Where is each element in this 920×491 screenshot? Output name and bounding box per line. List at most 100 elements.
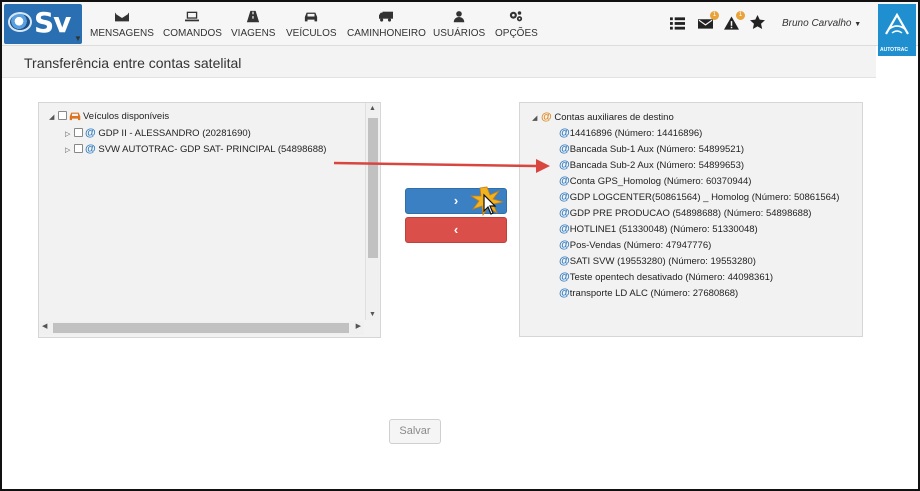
autotrac-brand: AUTOTRAC	[878, 4, 916, 56]
nav-opcoes[interactable]: OPÇÕES	[495, 10, 538, 39]
nav-label: CAMINHONEIRO	[347, 28, 426, 39]
tree-item-label: 14416896 (Número: 14416896)	[569, 128, 703, 139]
vertical-scrollbar[interactable]: ▲ ▼	[365, 103, 379, 320]
scroll-left-icon[interactable]: ◀	[42, 322, 47, 330]
account-at-icon: @	[541, 111, 552, 123]
app-logo[interactable]: Sv ▼	[4, 4, 82, 44]
nav-usuarios[interactable]: USUÁRIOS	[433, 10, 485, 39]
chevron-down-icon: ▼	[854, 21, 862, 28]
logo-text: Sv	[34, 6, 71, 39]
tree-item[interactable]: @Teste opentech desativado (Número: 4409…	[559, 270, 773, 284]
move-left-button[interactable]: ‹	[405, 217, 507, 243]
list-icon	[670, 17, 685, 30]
star-icon	[750, 15, 765, 29]
alerts-button[interactable]: 1	[724, 11, 745, 32]
account-at-icon: @	[559, 159, 570, 171]
road-icon	[231, 10, 275, 25]
app-window: Sv ▼ MENSAGENS COMANDOS VIAGENS VEÍCULOS…	[0, 0, 920, 491]
logo-caret-icon: ▼	[74, 34, 82, 43]
nav-mensagens[interactable]: MENSAGENS	[90, 10, 154, 39]
account-at-icon: @	[85, 143, 96, 155]
autotrac-brand-text: AUTOTRAC	[880, 47, 908, 53]
nav-veiculos[interactable]: VEÍCULOS	[286, 10, 337, 39]
messages-button[interactable]: 1	[698, 11, 719, 32]
account-at-icon: @	[559, 271, 570, 283]
alerts-badge: 1	[736, 11, 745, 20]
tree-item[interactable]: @Bancada Sub-2 Aux (Número: 54899653)	[559, 158, 744, 172]
tree-item-label: HOTLINE1 (51330048) (Número: 51330048)	[569, 224, 758, 235]
nav-label: COMANDOS	[163, 28, 222, 39]
account-at-icon: @	[559, 223, 570, 235]
autotrac-logo-icon	[885, 12, 909, 35]
scroll-right-icon[interactable]: ▶	[356, 322, 361, 330]
item-checkbox[interactable]	[74, 128, 83, 137]
user-icon	[433, 10, 485, 25]
favorites-button[interactable]	[750, 15, 766, 31]
tree-item[interactable]: @transporte LD ALC (Número: 27680868)	[559, 286, 738, 300]
nav-label: MENSAGENS	[90, 28, 154, 39]
tree-item-label: GDP LOGCENTER(50861564) _ Homolog (Númer…	[569, 192, 840, 203]
horizontal-scrollbar[interactable]: ◀ ▶	[39, 321, 364, 335]
laptop-icon	[163, 10, 222, 25]
tree-item[interactable]: @HOTLINE1 (51330048) (Número: 51330048)	[559, 222, 758, 236]
tree-item[interactable]: @GDP PRE PRODUCAO (54898688) (Número: 54…	[559, 206, 811, 220]
tree-item-label: Conta GPS_Homolog (Número: 60370944)	[569, 176, 752, 187]
scroll-thumb[interactable]	[368, 118, 378, 258]
tree-item-label: Teste opentech desativado (Número: 44098…	[569, 272, 774, 283]
tree-item[interactable]: ▷ @ SVW AUTOTRAC- GDP SAT- PRINCIPAL (548…	[65, 142, 326, 156]
nav-label: VIAGENS	[231, 28, 276, 39]
user-menu[interactable]: Bruno Carvalho ▼	[782, 18, 861, 29]
scroll-up-icon[interactable]: ▲	[369, 105, 376, 112]
tree-item[interactable]: @Bancada Sub-1 Aux (Número: 54899521)	[559, 142, 744, 156]
root-checkbox[interactable]	[58, 111, 67, 120]
envelope-icon	[90, 10, 154, 25]
tree-item-label: SATI SVW (19553280) (Número: 19553280)	[569, 256, 756, 267]
nav-label: VEÍCULOS	[286, 28, 337, 39]
gears-icon	[495, 10, 538, 25]
tree-item[interactable]: @SATI SVW (19553280) (Número: 19553280)	[559, 254, 756, 268]
expanded-triangle-icon[interactable]: ◢	[532, 112, 541, 126]
page-title: Transferência entre contas satelital	[24, 55, 242, 71]
annotation-arrow	[333, 159, 550, 173]
nav-viagens[interactable]: VIAGENS	[231, 10, 275, 39]
nav-caminhoneiro[interactable]: CAMINHONEIRO	[347, 10, 426, 39]
tree-item-label: SVW AUTOTRAC- GDP SAT- PRINCIPAL (548986…	[98, 144, 327, 155]
nav-label: USUÁRIOS	[433, 28, 486, 39]
tree-root-row[interactable]: ◢ Veículos disponíveis	[49, 110, 169, 124]
tree-item[interactable]: @Conta GPS_Homolog (Número: 60370944)	[559, 174, 751, 188]
logo-globe-icon	[8, 12, 32, 32]
tree-item[interactable]: @14416896 (Número: 14416896)	[559, 126, 702, 140]
account-at-icon: @	[559, 239, 570, 251]
scroll-down-icon[interactable]: ▼	[369, 311, 376, 318]
tree-item-label: GDP II - ALESSANDRO (20281690)	[98, 128, 251, 139]
collapsed-triangle-icon[interactable]: ▷	[65, 144, 74, 158]
account-at-icon: @	[559, 207, 570, 219]
tree-item-label: Pos-Vendas (Número: 47947776)	[569, 240, 712, 251]
tree-root-label: Contas auxiliares de destino	[554, 112, 674, 123]
collapsed-triangle-icon[interactable]: ▷	[65, 128, 74, 142]
tree-item-label: Bancada Sub-2 Aux (Número: 54899653)	[569, 160, 745, 171]
user-name: Bruno Carvalho	[782, 18, 852, 29]
tree-item[interactable]: @Pos-Vendas (Número: 47947776)	[559, 238, 711, 252]
account-at-icon: @	[559, 127, 570, 139]
tree-item[interactable]: @GDP LOGCENTER(50861564) _ Homolog (Núme…	[559, 190, 839, 204]
account-at-icon: @	[559, 143, 570, 155]
item-checkbox[interactable]	[74, 144, 83, 153]
list-button[interactable]	[670, 16, 686, 32]
destination-accounts-panel: ◢ @ Contas auxiliares de destino @1441689…	[519, 102, 863, 337]
tree-item-label: transporte LD ALC (Número: 27680868)	[569, 288, 739, 299]
expanded-triangle-icon[interactable]: ◢	[49, 111, 58, 125]
messages-badge: 1	[710, 11, 719, 20]
nav-comandos[interactable]: COMANDOS	[163, 10, 222, 39]
available-vehicles-panel: ◢ Veículos disponíveis ▷ @ GDP II - ALESSA…	[38, 102, 381, 338]
click-burst-icon	[469, 186, 504, 217]
car-icon	[69, 111, 81, 126]
save-button[interactable]: Salvar	[389, 419, 441, 444]
tree-root-row[interactable]: ◢ @ Contas auxiliares de destino	[532, 110, 674, 124]
scroll-thumb[interactable]	[53, 323, 349, 333]
account-at-icon: @	[559, 175, 570, 187]
account-at-icon: @	[559, 287, 570, 299]
page-header: Transferência entre contas satelital	[2, 46, 876, 78]
tree-item-label: GDP PRE PRODUCAO (54898688) (Número: 548…	[569, 208, 812, 219]
tree-item[interactable]: ▷ @ GDP II - ALESSANDRO (20281690)	[65, 126, 251, 140]
